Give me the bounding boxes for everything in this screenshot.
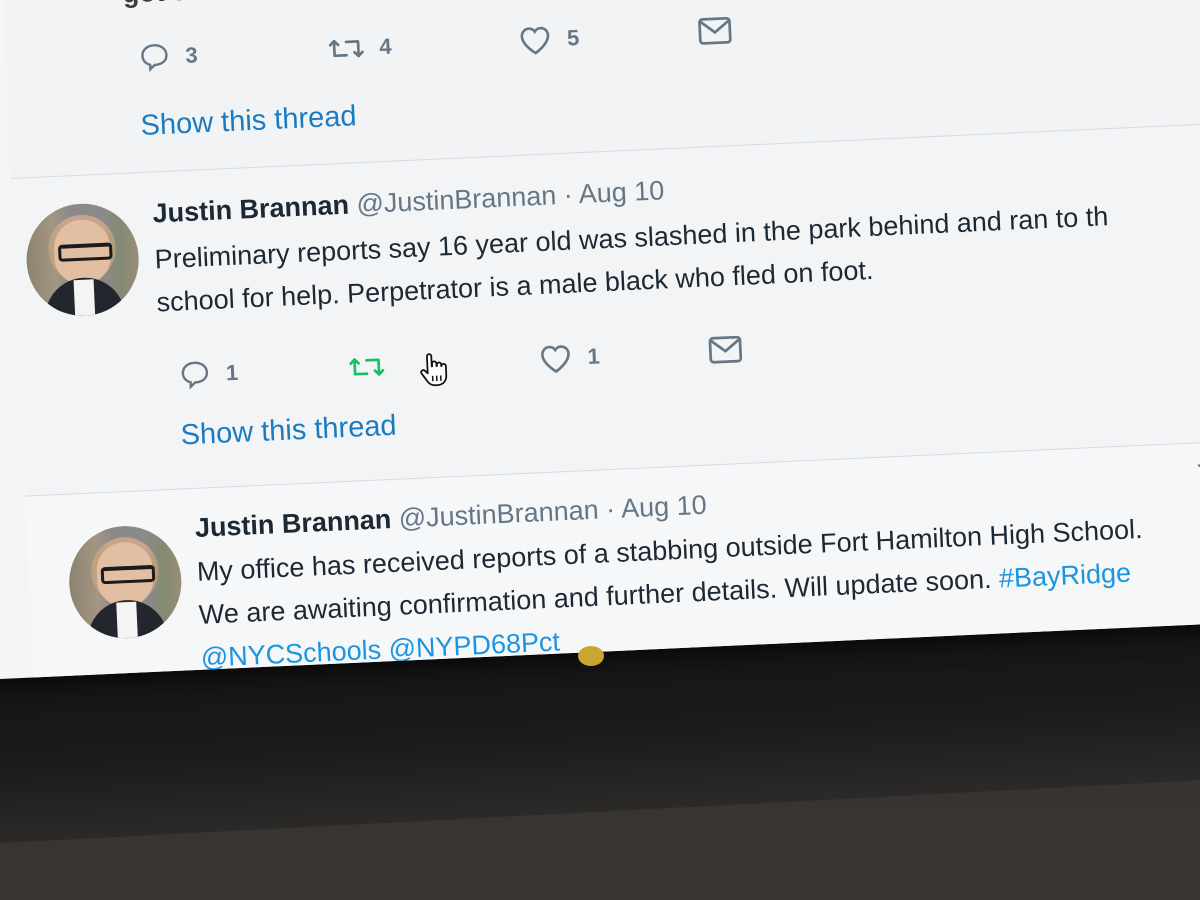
like-button[interactable]: 5: [516, 22, 580, 57]
tweet[interactable]: Justin Brannan @JustinBrannan · Aug 10 P…: [10, 120, 1200, 497]
dm-button[interactable]: [696, 15, 733, 47]
reply-count: 1: [225, 359, 239, 386]
hashtag-link[interactable]: #BayRidge: [998, 558, 1131, 594]
separator: ·: [563, 179, 574, 210]
tweet-date[interactable]: Aug 10: [620, 490, 707, 524]
avatar[interactable]: [24, 201, 142, 319]
reply-button[interactable]: 1: [177, 357, 239, 392]
dm-icon: [698, 16, 732, 45]
retweet-button[interactable]: [347, 350, 400, 384]
tweet-actions: 3 4 5: [137, 10, 838, 82]
show-thread-link[interactable]: Show this thread: [180, 410, 397, 453]
separator: ·: [605, 493, 616, 525]
display-name[interactable]: Justin Brannan: [194, 504, 392, 543]
retweet-count: 4: [378, 33, 393, 60]
user-handle[interactable]: @JustinBrannan: [356, 180, 557, 219]
tweet-date[interactable]: Aug 10: [578, 175, 665, 209]
like-icon: [541, 345, 570, 374]
dm-icon: [708, 335, 743, 364]
like-count: 5: [566, 25, 580, 51]
user-handle[interactable]: @JustinBrannan: [398, 495, 599, 534]
display-name[interactable]: Justin Brannan: [152, 190, 350, 229]
hand-cursor-icon: [415, 349, 451, 393]
show-thread-link[interactable]: Show this thread: [140, 100, 357, 143]
avatar[interactable]: [66, 523, 184, 641]
like-count: 1: [586, 343, 601, 369]
like-icon: [520, 26, 550, 55]
reply-icon: [141, 44, 168, 72]
tweet-actions: 1 1: [177, 328, 878, 400]
caret-down-icon[interactable]: ⌄: [1192, 449, 1200, 476]
reply-icon: [181, 361, 209, 390]
screen: got stabbed accidentally, make story up …: [0, 0, 1200, 680]
tweet-text-partial: got stabbed accidentally, make story up …: [122, 0, 922, 10]
crumb-on-screen: [578, 646, 604, 666]
retweet-icon: [349, 358, 385, 376]
reply-count: 3: [184, 42, 199, 68]
retweet-icon: [328, 39, 364, 58]
like-button[interactable]: 1: [537, 340, 601, 375]
retweet-button[interactable]: 4: [327, 31, 393, 66]
dm-button[interactable]: [707, 334, 744, 366]
reply-button[interactable]: 3: [137, 39, 199, 74]
